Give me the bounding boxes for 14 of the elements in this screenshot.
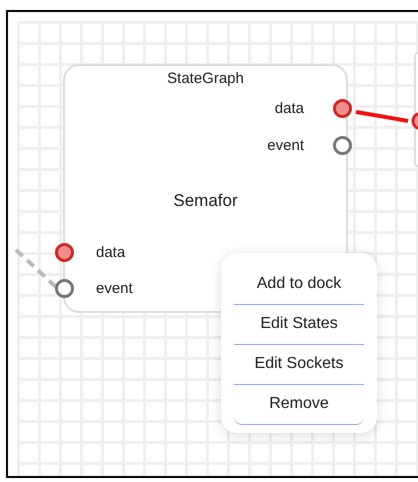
socket-label: event: [267, 137, 304, 155]
menu-item[interactable]: Remove: [234, 385, 364, 425]
socket-icon[interactable]: [55, 279, 74, 298]
node-category: StateGraph: [166, 69, 245, 89]
socket-icon[interactable]: [55, 243, 74, 262]
connection-line: [356, 110, 408, 123]
socket-icon[interactable]: [412, 112, 418, 130]
node-title: Semafor: [172, 190, 239, 212]
menu-item[interactable]: Edit Sockets: [234, 345, 364, 385]
socket-label: data: [274, 100, 304, 118]
menu-item[interactable]: Add to dock: [234, 265, 364, 305]
socket-label: event: [96, 280, 133, 298]
socket-label: data: [96, 244, 126, 262]
menu-item[interactable]: Edit States: [234, 305, 364, 345]
